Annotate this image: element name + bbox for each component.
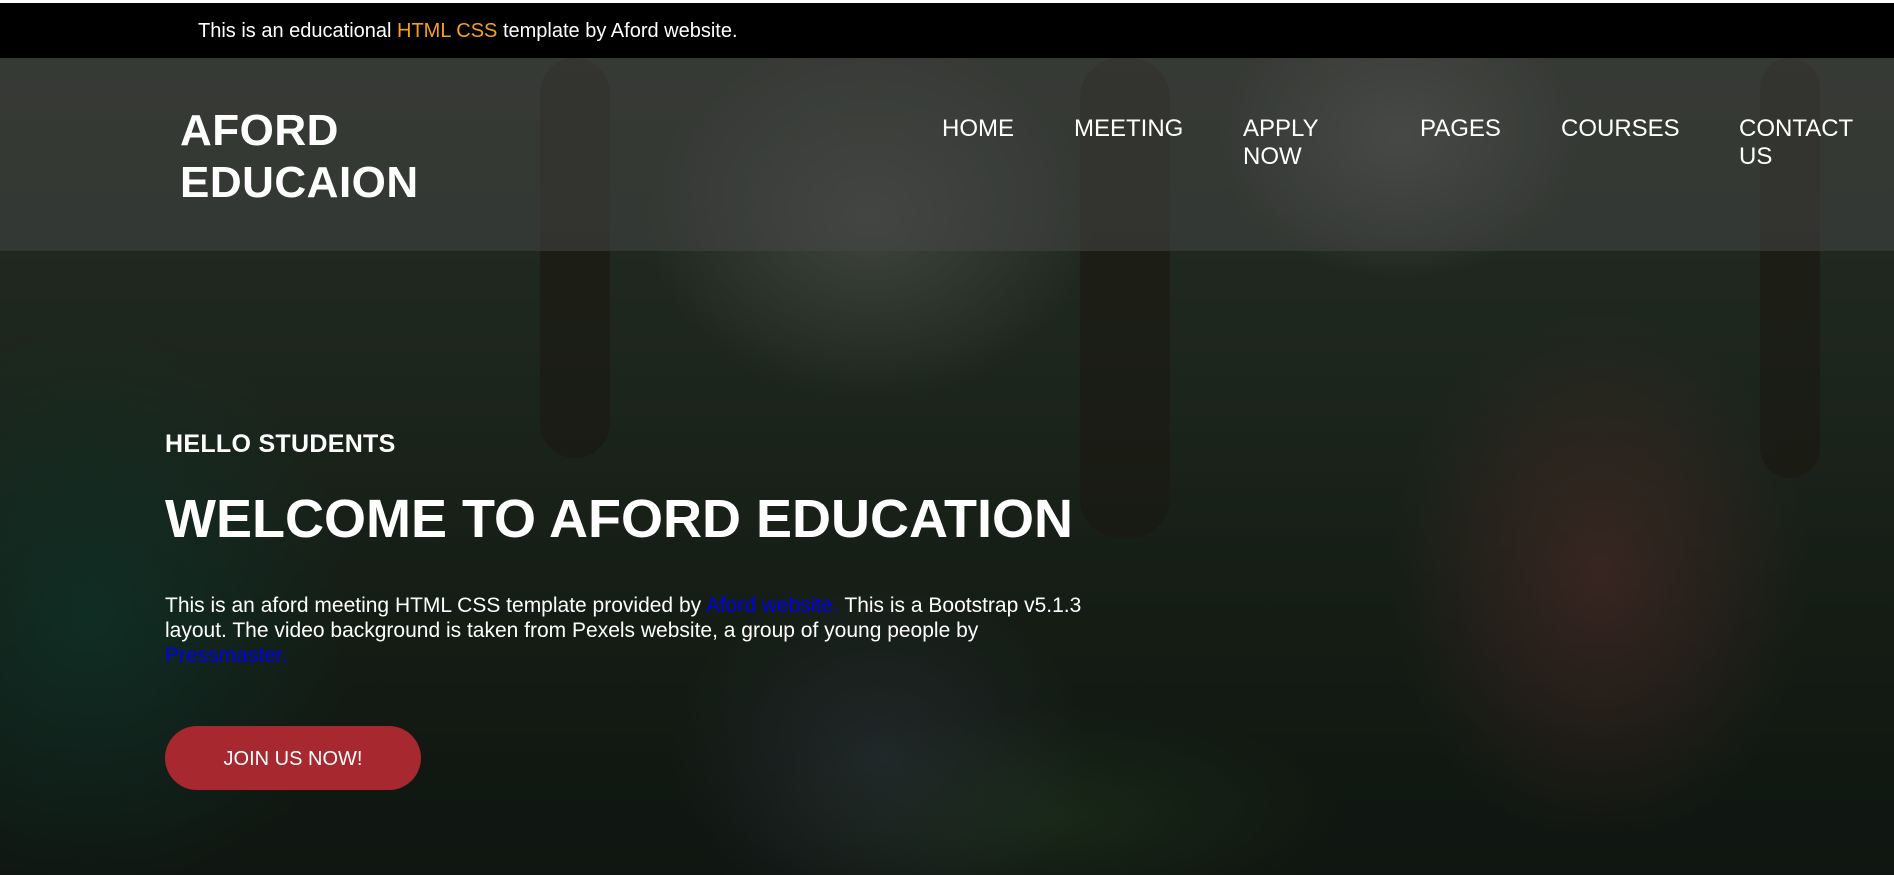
brand-line-1: AFORD bbox=[180, 106, 339, 155]
hero-description-part-1: This is an aford meeting HTML CSS templa… bbox=[165, 594, 702, 617]
nav-item-apply-now[interactable]: APPLY NOW bbox=[1243, 115, 1363, 171]
nav-item-meeting[interactable]: MEETING bbox=[1074, 115, 1183, 143]
announcement-text: This is an educational HTML CSS template… bbox=[198, 20, 738, 43]
hero-headline: WELCOME TO AFORD EDUCATION bbox=[165, 489, 1073, 549]
brand-line-2: EDUCAION bbox=[180, 158, 419, 207]
nav-item-contact-us[interactable]: CONTACT US bbox=[1739, 115, 1869, 171]
announcement-highlight: HTML CSS bbox=[397, 20, 498, 42]
join-us-button[interactable]: JOIN US NOW! bbox=[165, 726, 421, 790]
hero-greeting: HELLO STUDENTS bbox=[165, 430, 396, 458]
announcement-bar: This is an educational HTML CSS template… bbox=[0, 0, 1894, 58]
aford-website-link[interactable]: Aford website. bbox=[706, 594, 839, 617]
brand-logo[interactable]: AFORD EDUCAION bbox=[180, 105, 480, 209]
hero-description: This is an aford meeting HTML CSS templa… bbox=[165, 593, 1085, 668]
hero-section: AFORD EDUCAION HOME MEETING APPLY NOW PA… bbox=[0, 58, 1894, 875]
nav-item-pages[interactable]: PAGES bbox=[1420, 115, 1501, 143]
pressmaster-link[interactable]: Pressmaster. bbox=[165, 644, 288, 667]
nav-item-courses[interactable]: COURSES bbox=[1561, 115, 1680, 143]
nav-item-home[interactable]: HOME bbox=[942, 115, 1014, 143]
announcement-text-before: This is an educational bbox=[198, 20, 392, 42]
announcement-text-after: template by Aford website. bbox=[502, 20, 738, 42]
main-navbar: AFORD EDUCAION HOME MEETING APPLY NOW PA… bbox=[0, 58, 1894, 251]
